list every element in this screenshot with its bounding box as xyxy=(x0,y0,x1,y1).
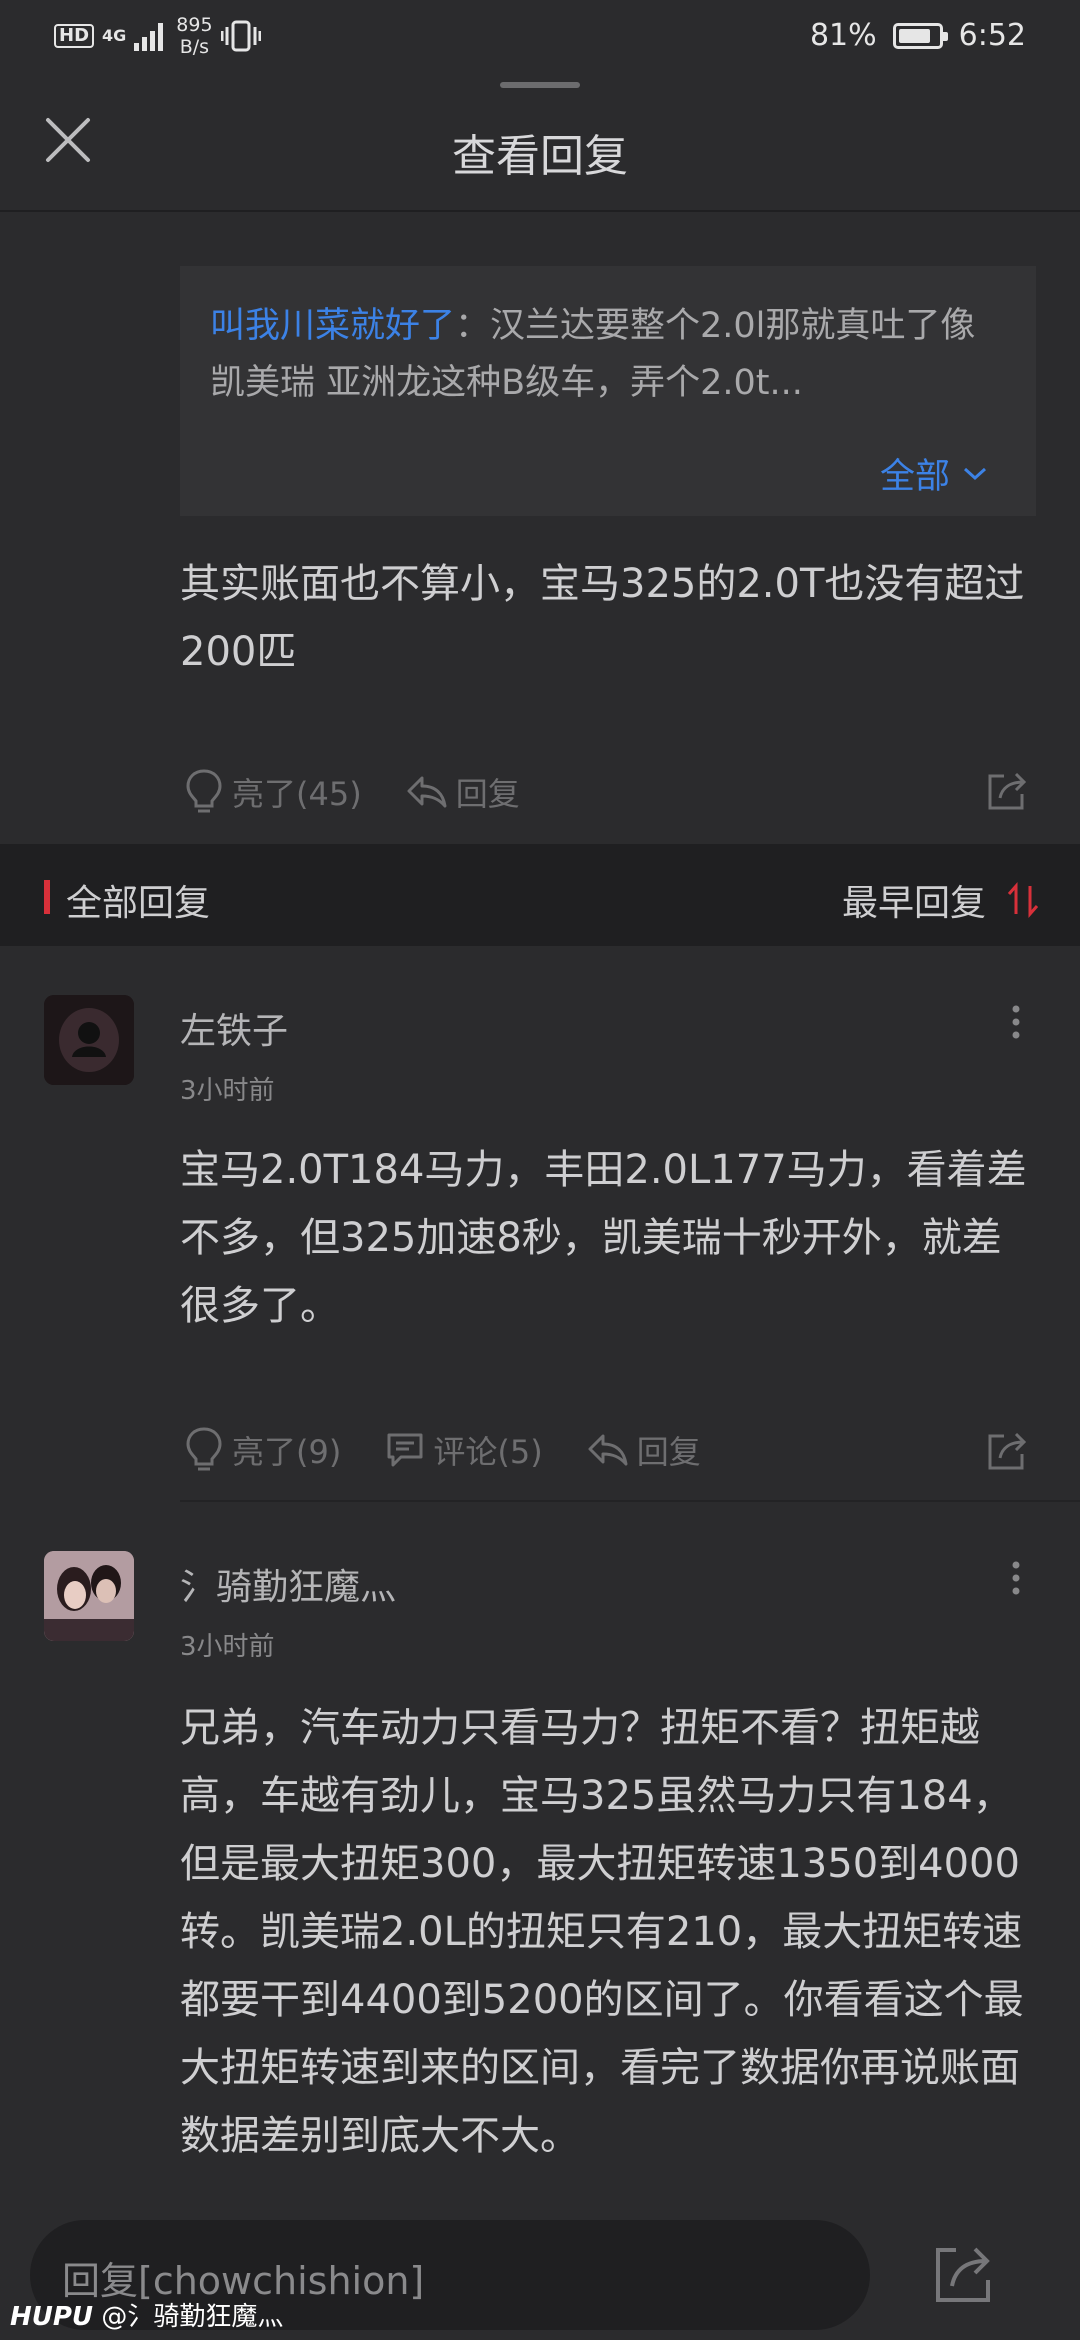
sort-toggle[interactable]: 最早回复 xyxy=(842,874,1040,926)
avatar-image xyxy=(44,1551,134,1641)
drag-handle[interactable] xyxy=(500,82,580,88)
divider xyxy=(180,1500,1080,1502)
status-right: 81% 6:52 xyxy=(810,18,1026,53)
comment-button[interactable]: 评论(5) xyxy=(385,1427,543,1473)
vibrate-icon xyxy=(220,20,261,52)
hd-icon: HD xyxy=(54,24,95,48)
status-left: HD 4G 895 B/s xyxy=(54,14,261,58)
all-replies-bar: 全部回复 最早回复 xyxy=(0,844,1080,946)
watermark: HUPU @氵骑勤狂魔灬 xyxy=(10,2296,283,2333)
lightbulb-icon xyxy=(186,769,222,813)
reply-arrow-icon xyxy=(407,776,447,808)
comment-count: 评论(5) xyxy=(433,1433,543,1471)
reply-time: 3小时前 xyxy=(180,1632,275,1662)
lightbulb-icon xyxy=(186,1427,222,1471)
expand-label: 全部 xyxy=(879,457,950,497)
page-title: 查看回复 xyxy=(452,131,628,182)
sort-arrows-icon xyxy=(1007,882,1039,918)
like-button[interactable]: 亮了(45) xyxy=(184,768,362,816)
share-icon[interactable] xyxy=(928,2240,998,2310)
status-bar: HD 4G 895 B/s 81% 6:52 xyxy=(0,0,1080,72)
reply-button[interactable]: 回复 xyxy=(587,1427,701,1473)
like-count: 亮了(9) xyxy=(232,1433,342,1471)
watermark-brand: HUPU xyxy=(10,2302,94,2332)
reply-arrow-icon xyxy=(588,1434,628,1466)
reply-button[interactable]: 回复 xyxy=(406,769,520,815)
quoted-user-link[interactable]: 叫我川菜就好了 xyxy=(210,306,455,346)
reply-time: 3小时前 xyxy=(180,1076,275,1106)
network-type: 4G xyxy=(102,26,127,45)
header: 查看回复 xyxy=(0,92,1080,212)
quoted-reply-text: 叫我川菜就好了：汉兰达要整个2.0l那就真吐了像凯美瑞 亚洲龙这种B级车，弄个2… xyxy=(210,298,1010,412)
comment-icon xyxy=(387,1433,423,1467)
reply-text: 兄弟，汽车动力只看马力？扭矩不看？扭矩越高，车越有劲儿，宝马325虽然马力只有1… xyxy=(180,1705,1024,2159)
battery-icon xyxy=(892,22,948,49)
watermark-handle: @氵骑勤狂魔灬 xyxy=(101,2302,284,2332)
like-count: 亮了(45) xyxy=(232,775,362,813)
main-reply-text: 其实账面也不算小，宝马325的2.0T也没有超过200匹 xyxy=(180,561,1025,675)
sort-label: 最早回复 xyxy=(841,883,986,924)
reply-username[interactable]: 左铁子 xyxy=(180,1002,288,1054)
section-marker xyxy=(44,880,50,914)
reply-label: 回复 xyxy=(455,775,520,813)
share-icon[interactable] xyxy=(984,768,1030,814)
reply-text: 宝马2.0T184马力，丰田2.0L177马力，看着差不多，但325加速8秒，凯… xyxy=(180,1147,1027,1329)
battery-percent: 81% xyxy=(809,18,877,53)
main-reply-actions: 亮了(45) 回复 xyxy=(184,768,564,816)
avatar-image xyxy=(44,995,134,1085)
network-speed: 895 B/s xyxy=(176,14,213,58)
reply-username[interactable]: 氵骑勤狂魔灬 xyxy=(180,1558,396,1610)
share-icon[interactable] xyxy=(984,1428,1030,1474)
quoted-reply[interactable]: 叫我川菜就好了：汉兰达要整个2.0l那就真吐了像凯美瑞 亚洲龙这种B级车，弄个2… xyxy=(180,266,1036,516)
more-options-icon[interactable] xyxy=(1010,1004,1022,1040)
avatar[interactable] xyxy=(44,1551,134,1641)
signal-icon xyxy=(134,23,164,51)
battery-level xyxy=(898,28,930,43)
clock: 6:52 xyxy=(958,18,1026,53)
avatar[interactable] xyxy=(44,995,134,1085)
chevron-down-icon xyxy=(963,467,987,480)
expand-all-button[interactable]: 全部 xyxy=(880,448,988,499)
reply-label: 回复 xyxy=(636,1433,701,1471)
section-title: 全部回复 xyxy=(66,883,211,924)
like-button[interactable]: 亮了(9) xyxy=(184,1426,341,1474)
reply-actions: 亮了(9) 评论(5) 回复 xyxy=(184,1426,745,1474)
more-options-icon[interactable] xyxy=(1010,1560,1022,1596)
